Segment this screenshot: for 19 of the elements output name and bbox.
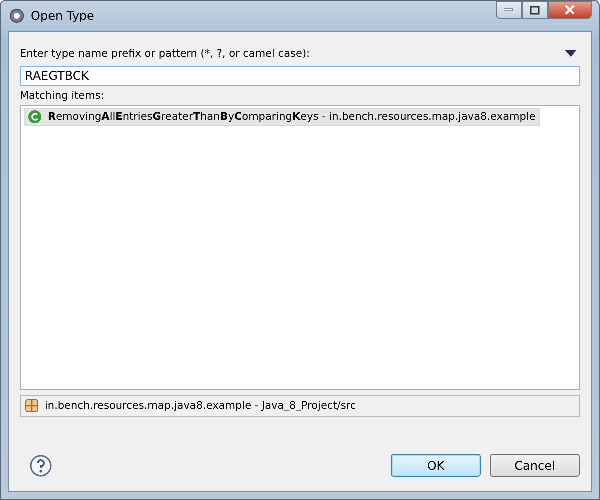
- close-button[interactable]: [548, 1, 592, 19]
- dialog-button[interactable]: Cancel: [490, 454, 580, 477]
- pattern-input[interactable]: RAEGTBCK: [20, 66, 580, 86]
- package-icon: [25, 399, 39, 413]
- minimize-button[interactable]: [496, 1, 522, 19]
- minimize-icon: [504, 8, 514, 12]
- dropdown-arrow-icon[interactable]: [565, 50, 577, 58]
- maximize-icon: [530, 6, 540, 14]
- close-icon: [564, 5, 576, 15]
- list-item[interactable]: RemovingAllEntriesGreaterThanByComparingKeys - in.bench.resources.map.java8.example: [24, 108, 540, 126]
- help-icon[interactable]: [30, 454, 52, 476]
- maximize-button[interactable]: [522, 1, 548, 19]
- class-icon: [28, 110, 42, 124]
- pattern-label: Enter type name prefix or pattern (*, ?, or camel case):: [20, 48, 310, 60]
- status-text: in.bench.resources.map.java8.example - Java_8_Project/src: [45, 400, 356, 412]
- window-title: Open Type: [31, 9, 94, 23]
- type-name: RemovingAllEntriesGreaterThanByComparingKeys - in.bench.resources.map.java8.example: [48, 111, 536, 123]
- dialog-button[interactable]: OK: [391, 454, 481, 477]
- matching-items-label: Matching items:: [20, 90, 106, 102]
